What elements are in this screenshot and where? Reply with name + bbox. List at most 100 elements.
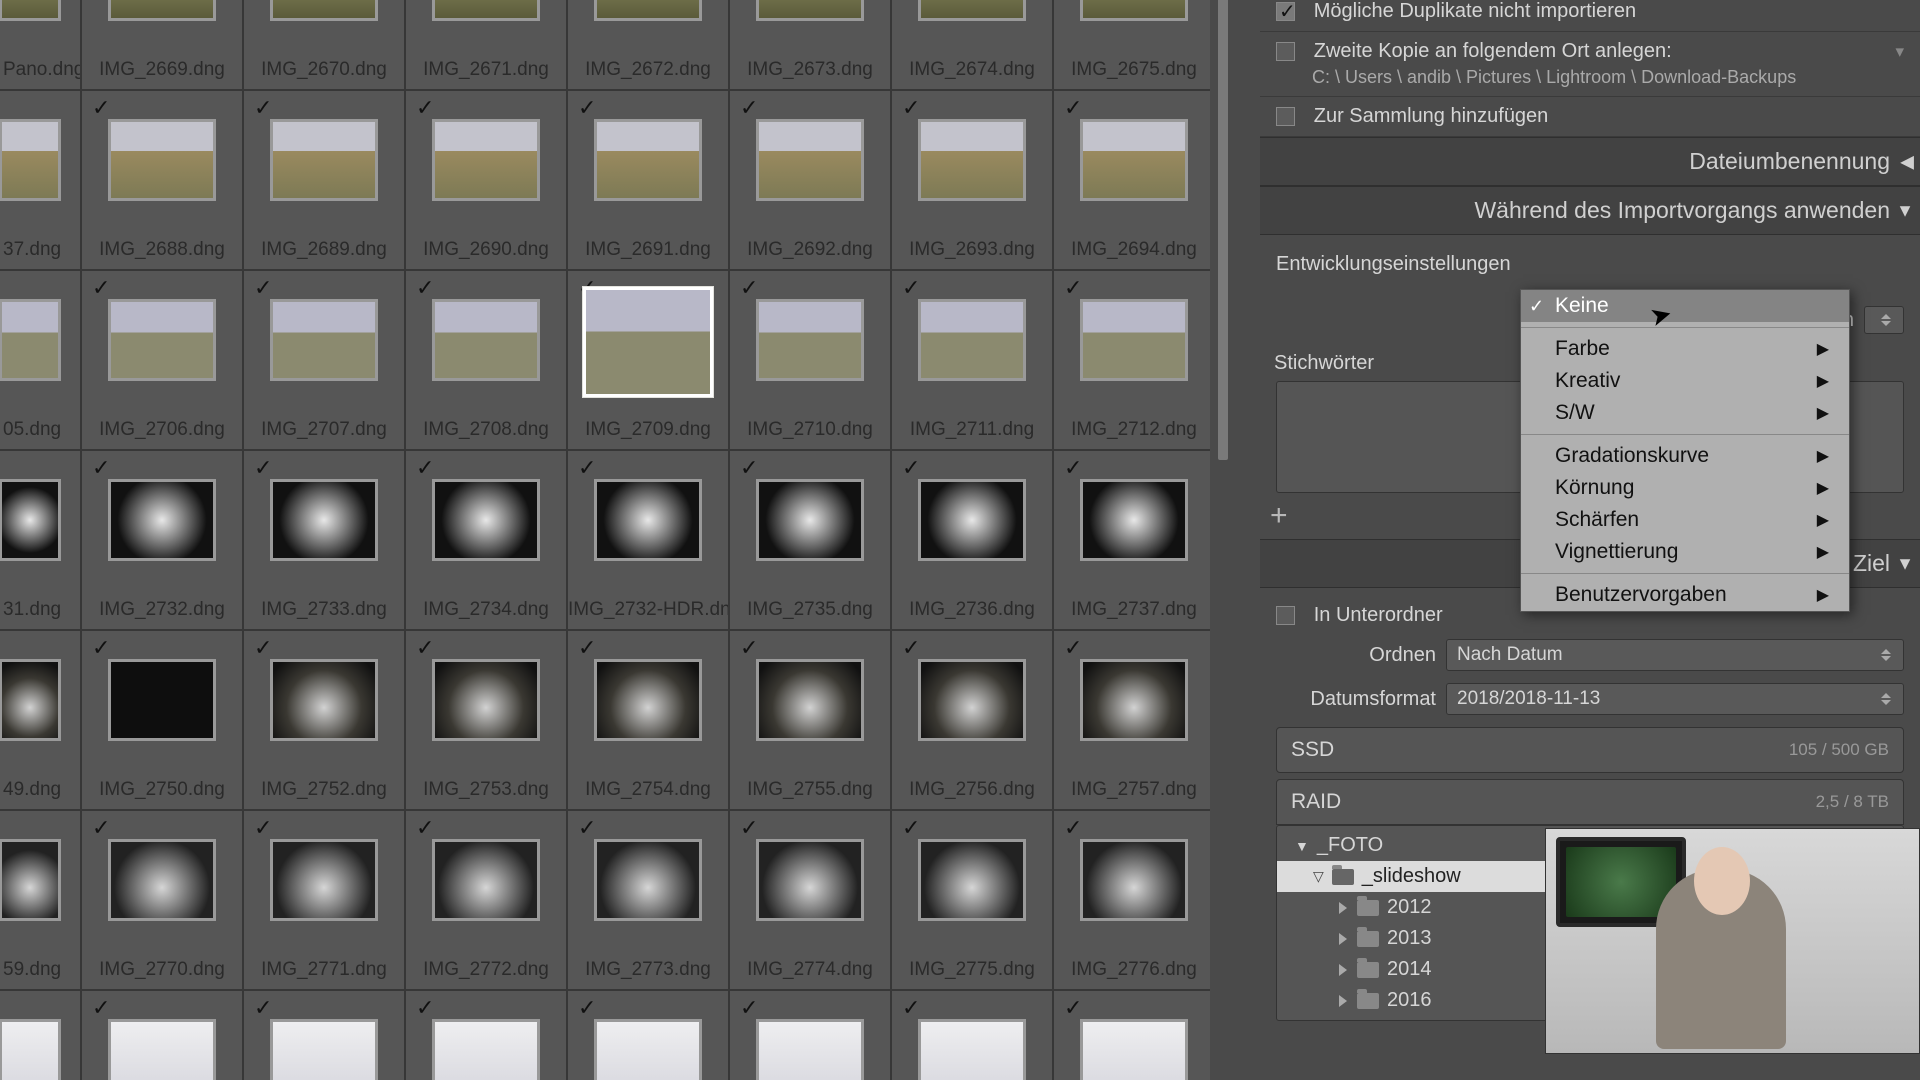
- thumbnail-image[interactable]: [1080, 1019, 1188, 1080]
- import-checkbox[interactable]: ✓: [740, 277, 762, 299]
- thumbnail-cell[interactable]: ✓IMG_2691.dng: [567, 90, 729, 270]
- import-checkbox[interactable]: ✓: [92, 997, 114, 1019]
- thumbnail-cell[interactable]: ✓IMG_2669.dng: [81, 0, 243, 90]
- thumbnail-cell[interactable]: ✓IMG_2671.dng: [405, 0, 567, 90]
- expand-down-icon[interactable]: ▼: [1295, 838, 1309, 854]
- checkbox-icon[interactable]: [1276, 606, 1295, 625]
- thumbnail-image[interactable]: [270, 299, 378, 381]
- grid-scrollbar[interactable]: [1216, 0, 1230, 1080]
- thumbnail-image[interactable]: [756, 299, 864, 381]
- thumbnail-cell[interactable]: ✓: [891, 990, 1053, 1080]
- thumbnail-image[interactable]: [1080, 479, 1188, 561]
- thumbnail-cell[interactable]: ✓: [243, 990, 405, 1080]
- thumbnail-cell[interactable]: 31.dng: [0, 450, 81, 630]
- thumbnail-cell[interactable]: ✓IMG_2755.dng: [729, 630, 891, 810]
- import-checkbox[interactable]: ✓: [740, 997, 762, 1019]
- thumbnail-image[interactable]: [1080, 659, 1188, 741]
- import-checkbox[interactable]: ✓: [416, 97, 438, 119]
- metadata-select[interactable]: [1864, 306, 1904, 334]
- thumbnail-cell[interactable]: ✓IMG_2773.dng: [567, 810, 729, 990]
- thumbnail-cell[interactable]: ✓: [1053, 990, 1210, 1080]
- thumbnail-cell[interactable]: ✓IMG_2772.dng: [405, 810, 567, 990]
- thumbnail-cell[interactable]: ✓IMG_2732-HDR.dng: [567, 450, 729, 630]
- dev-settings-dropdown[interactable]: ✓KeineFarbe▶Kreativ▶S/W▶Gradationskurve▶…: [1520, 289, 1850, 612]
- thumbnail-image[interactable]: [1080, 299, 1188, 381]
- import-checkbox[interactable]: ✓: [254, 277, 276, 299]
- thumbnail-image[interactable]: [594, 119, 702, 201]
- menu-item[interactable]: Schärfen▶: [1521, 504, 1849, 536]
- import-checkbox[interactable]: ✓: [92, 277, 114, 299]
- thumbnail-cell[interactable]: ✓IMG_2737.dng: [1053, 450, 1210, 630]
- checkbox-icon[interactable]: [1276, 107, 1295, 126]
- import-checkbox[interactable]: ✓: [902, 277, 924, 299]
- thumbnail-image[interactable]: [583, 287, 713, 397]
- disk-raid-row[interactable]: RAID 2,5 / 8 TB: [1276, 779, 1904, 825]
- thumbnail-cell[interactable]: ✓: [405, 990, 567, 1080]
- thumbnail-cell[interactable]: ✓IMG_2753.dng: [405, 630, 567, 810]
- thumbnail-image[interactable]: [0, 299, 61, 381]
- thumbnail-cell[interactable]: 59.dng: [0, 810, 81, 990]
- thumbnail-cell[interactable]: ✓IMG_2775.dng: [891, 810, 1053, 990]
- thumbnail-image[interactable]: [432, 659, 540, 741]
- dup-option-row[interactable]: ✓ Mögliche Duplikate nicht importieren: [1260, 0, 1920, 32]
- thumbnail-cell[interactable]: ✓IMG_2670.dng: [243, 0, 405, 90]
- import-checkbox[interactable]: ✓: [416, 817, 438, 839]
- thumbnail-cell[interactable]: ✓IMG_2675.dng: [1053, 0, 1210, 90]
- thumbnail-cell[interactable]: ✓IMG_2736.dng: [891, 450, 1053, 630]
- thumbnail-cell[interactable]: ✓IMG_2710.dng: [729, 270, 891, 450]
- import-checkbox[interactable]: ✓: [416, 457, 438, 479]
- thumbnail-cell[interactable]: ✓IMG_2708.dng: [405, 270, 567, 450]
- thumbnail-image[interactable]: [108, 839, 216, 921]
- thumbnail-image[interactable]: [432, 479, 540, 561]
- disk-ssd-row[interactable]: SSD 105 / 500 GB: [1276, 727, 1904, 773]
- thumbnail-cell[interactable]: ✓IMG_2734.dng: [405, 450, 567, 630]
- thumbnail-image[interactable]: [432, 119, 540, 201]
- rename-section-header[interactable]: Dateiumbenennung ◀: [1260, 137, 1920, 186]
- thumbnail-image[interactable]: [1080, 0, 1188, 21]
- add-collection-row[interactable]: Zur Sammlung hinzufügen: [1260, 97, 1920, 137]
- expand-down-icon[interactable]: ▽: [1313, 868, 1324, 885]
- thumbnail-cell[interactable]: ✓IMG_2711.dng: [891, 270, 1053, 450]
- thumbnail-image[interactable]: [918, 299, 1026, 381]
- dev-settings-row[interactable]: Entwicklungseinstellungen: [1268, 247, 1912, 282]
- thumbnail-image[interactable]: [756, 0, 864, 21]
- import-checkbox[interactable]: ✓: [578, 817, 600, 839]
- chevron-down-icon[interactable]: ▾: [1895, 42, 1904, 62]
- menu-item[interactable]: Vignettierung▶: [1521, 536, 1849, 568]
- thumbnail-image[interactable]: [270, 839, 378, 921]
- thumbnail-cell[interactable]: ✓IMG_2674.dng: [891, 0, 1053, 90]
- import-checkbox[interactable]: ✓: [416, 997, 438, 1019]
- thumbnail-image[interactable]: [432, 1019, 540, 1080]
- import-checkbox[interactable]: ✓: [740, 637, 762, 659]
- thumbnail-image[interactable]: [0, 659, 61, 741]
- thumbnail-image[interactable]: [432, 839, 540, 921]
- second-copy-row[interactable]: Zweite Kopie an folgendem Ort anlegen: ▾…: [1260, 32, 1920, 97]
- thumbnail-image[interactable]: [0, 0, 61, 21]
- import-checkbox[interactable]: ✓: [740, 97, 762, 119]
- apply-section-header[interactable]: Während des Importvorgangs anwenden ▼: [1260, 186, 1920, 235]
- thumbnail-image[interactable]: [270, 479, 378, 561]
- thumbnail-cell[interactable]: ✓IMG_2707.dng: [243, 270, 405, 450]
- thumbnail-cell[interactable]: ✓IMG_2732.dng: [81, 450, 243, 630]
- thumbnail-image[interactable]: [918, 0, 1026, 21]
- thumbnail-cell[interactable]: ✓IMG_2689.dng: [243, 90, 405, 270]
- import-checkbox[interactable]: ✓: [254, 817, 276, 839]
- thumbnail-image[interactable]: [918, 1019, 1026, 1080]
- thumbnail-image[interactable]: [756, 119, 864, 201]
- import-checkbox[interactable]: ✓: [902, 817, 924, 839]
- scrollbar-thumb[interactable]: [1218, 0, 1228, 460]
- import-checkbox[interactable]: ✓: [578, 637, 600, 659]
- thumbnail-image[interactable]: [1080, 839, 1188, 921]
- thumbnail-image[interactable]: [594, 839, 702, 921]
- import-checkbox[interactable]: ✓: [902, 637, 924, 659]
- thumbnail-image[interactable]: [432, 299, 540, 381]
- import-checkbox[interactable]: ✓: [902, 997, 924, 1019]
- menu-item[interactable]: Gradationskurve▶: [1521, 440, 1849, 472]
- import-checkbox[interactable]: ✓: [254, 997, 276, 1019]
- thumbnail-image[interactable]: [594, 1019, 702, 1080]
- checkbox-icon[interactable]: ✓: [1276, 2, 1295, 21]
- thumbnail-image[interactable]: [108, 1019, 216, 1080]
- thumbnail-cell[interactable]: ✓IMG_2776.dng: [1053, 810, 1210, 990]
- add-keyword-button[interactable]: +: [1270, 499, 1288, 533]
- menu-item[interactable]: S/W▶: [1521, 397, 1849, 429]
